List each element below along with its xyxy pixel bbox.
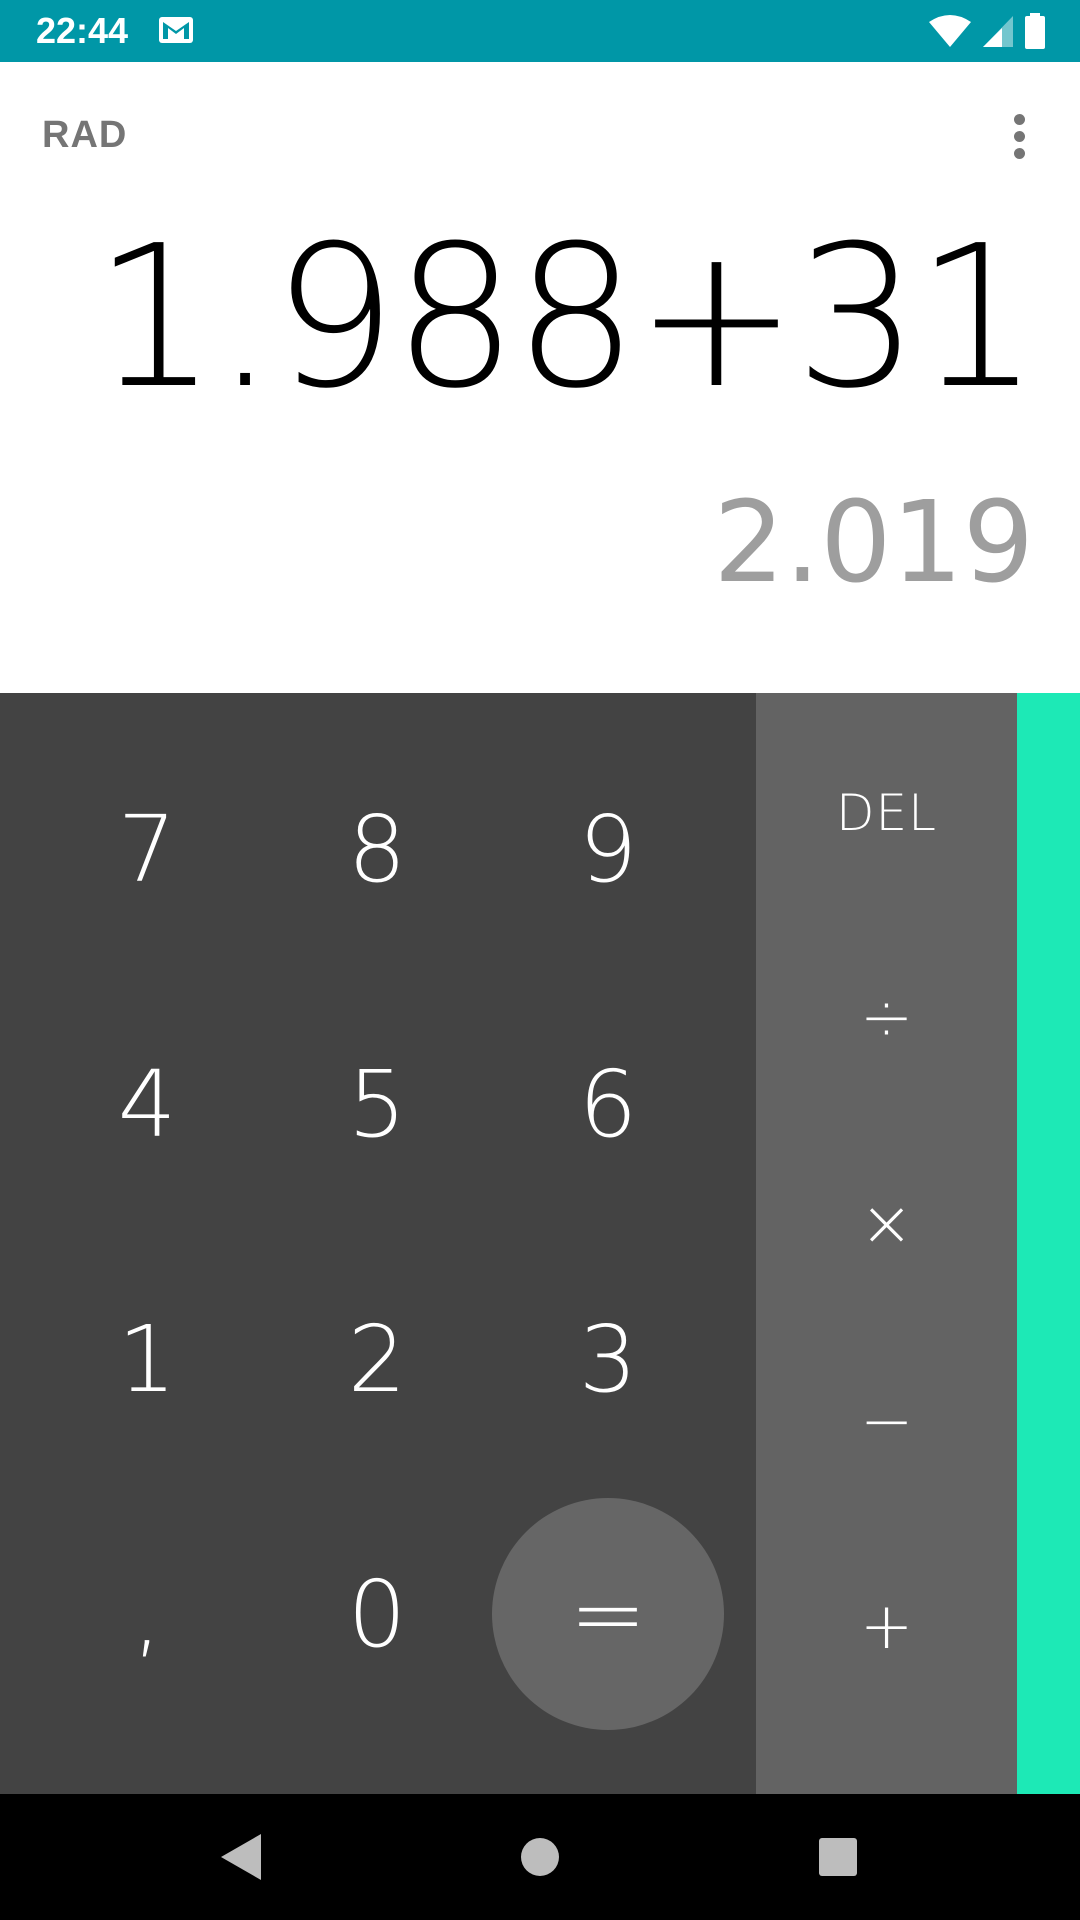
digit-3-button[interactable]: 3 — [493, 1232, 723, 1487]
formula-text[interactable]: 1.988+31 — [93, 208, 1040, 428]
add-button[interactable]: + — [756, 1527, 1017, 1727]
navigation-bar — [0, 1794, 1080, 1920]
digit-4-button[interactable]: 4 — [32, 977, 262, 1232]
gmail-icon — [159, 17, 193, 43]
battery-icon — [1025, 13, 1045, 49]
advanced-pad-handle[interactable] — [1017, 693, 1080, 1794]
equals-button[interactable]: = — [492, 1498, 724, 1730]
digit-2-button[interactable]: 2 — [262, 1232, 492, 1487]
status-bar: 22:44 — [0, 0, 1080, 62]
result-preview: 2.019 — [713, 478, 1034, 608]
back-icon[interactable] — [210, 1827, 270, 1887]
digit-9-button[interactable]: 9 — [493, 722, 723, 977]
digit-0-button[interactable]: 0 — [262, 1487, 492, 1742]
status-icons — [928, 12, 1046, 50]
digit-8-button[interactable]: 8 — [262, 722, 492, 977]
status-time: 22:44 — [36, 10, 129, 51]
divide-button[interactable]: ÷ — [756, 918, 1017, 1118]
recents-icon[interactable] — [808, 1827, 868, 1887]
angle-mode-indicator[interactable]: RAD — [42, 114, 127, 157]
home-icon[interactable] — [510, 1827, 570, 1887]
digit-7-button[interactable]: 7 — [32, 722, 262, 977]
multiply-button[interactable]: × — [756, 1124, 1017, 1324]
decimal-button[interactable]: , — [32, 1487, 262, 1742]
more-vert-icon[interactable] — [1000, 110, 1040, 162]
digit-5-button[interactable]: 5 — [262, 977, 492, 1232]
wifi-icon — [929, 15, 971, 47]
signal-icon — [983, 16, 1013, 47]
digit-1-button[interactable]: 1 — [32, 1232, 262, 1487]
digit-6-button[interactable]: 6 — [493, 977, 723, 1232]
subtract-button[interactable]: − — [756, 1322, 1017, 1522]
delete-button[interactable]: DEL — [756, 713, 1017, 913]
